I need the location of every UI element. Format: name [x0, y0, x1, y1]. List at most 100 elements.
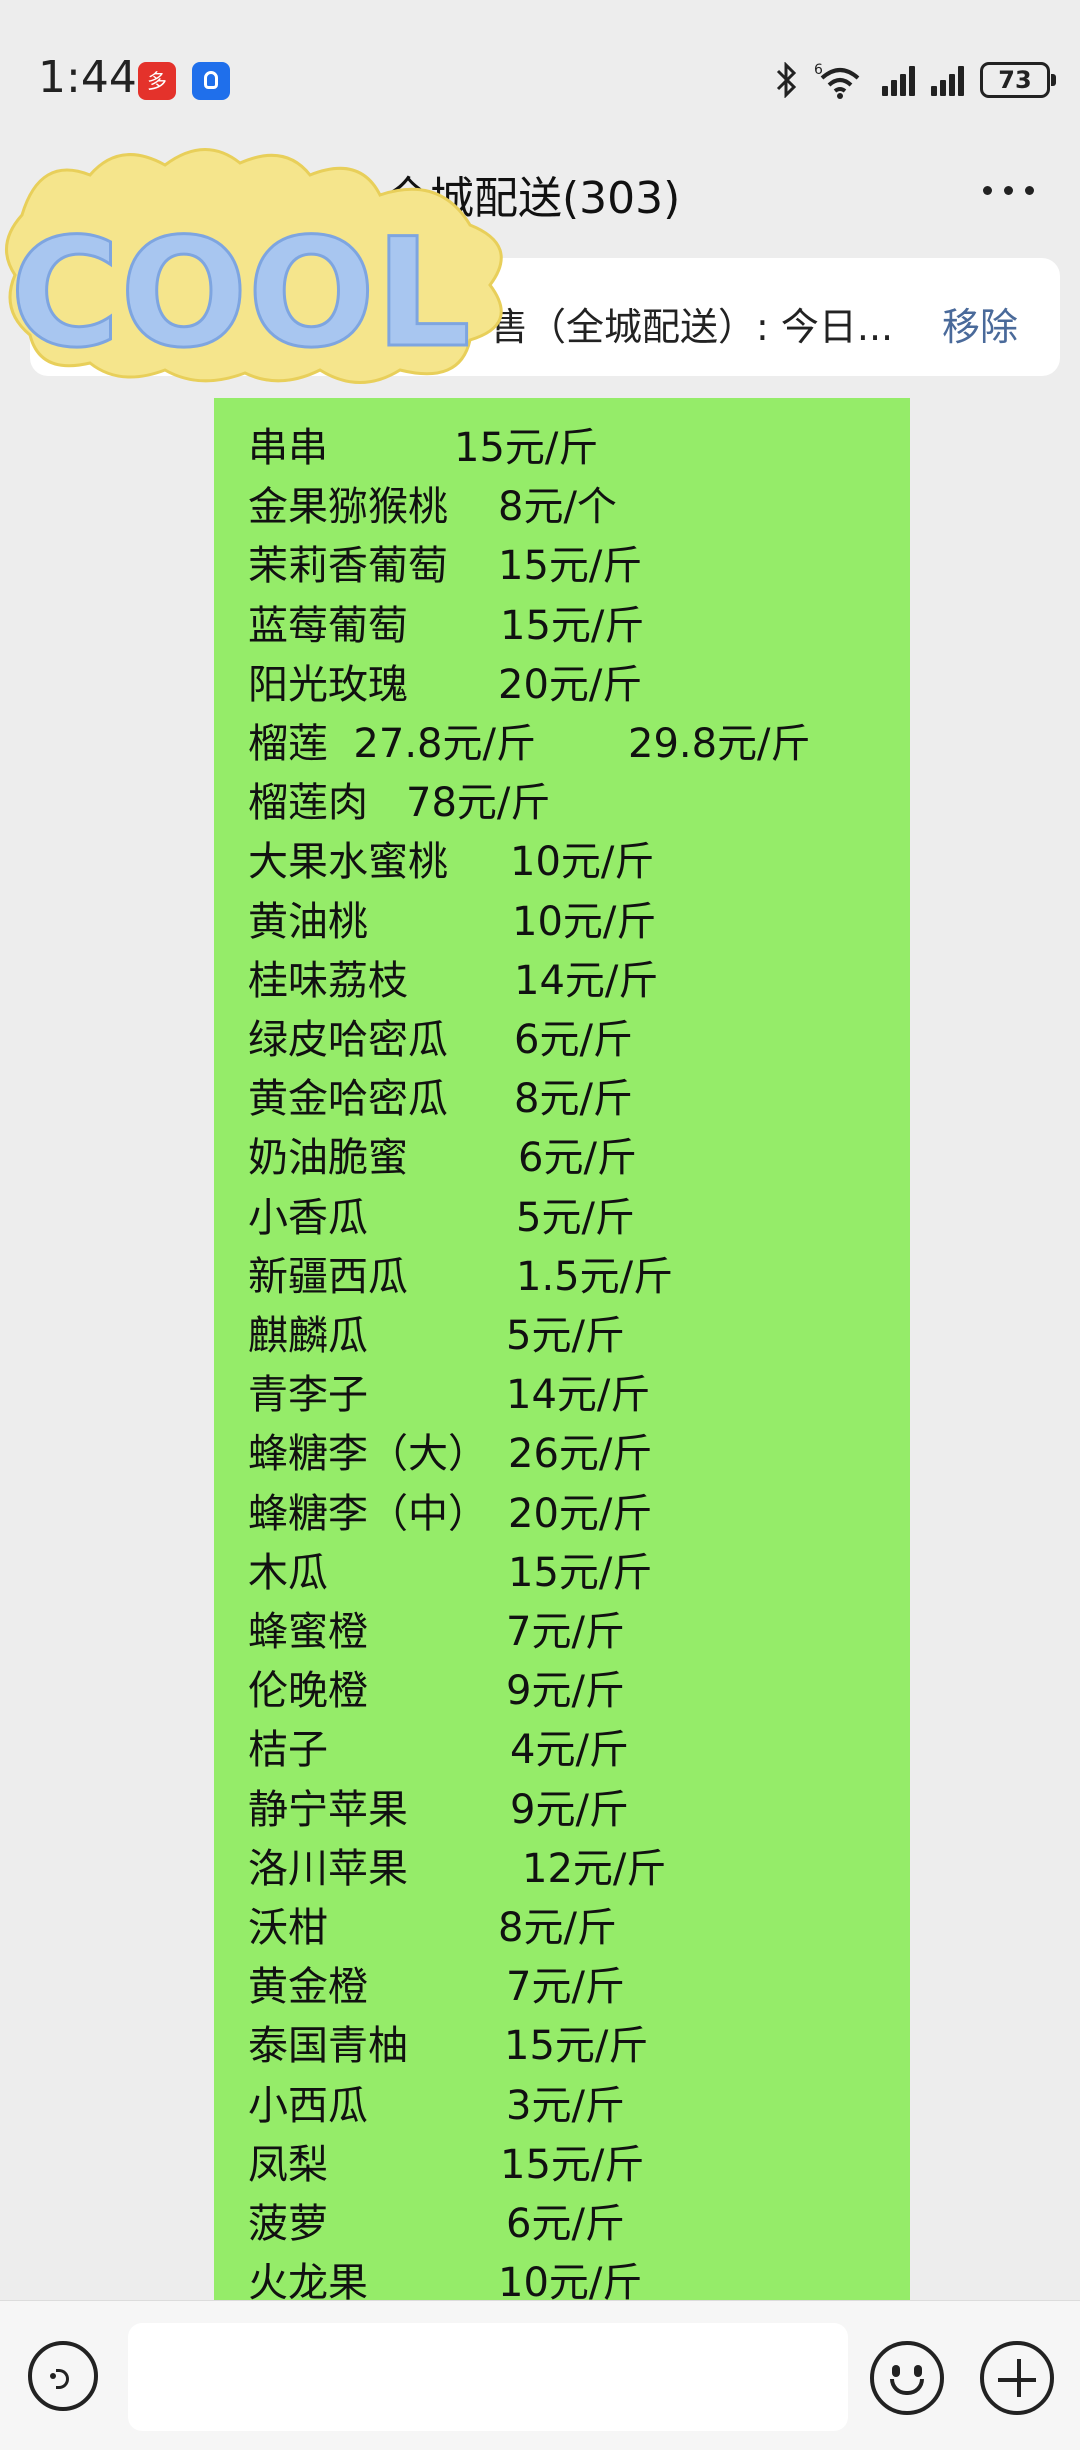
fruit-name: 青李子 [248, 1372, 368, 1419]
fruit-price: 8元/斤 [498, 1905, 617, 1951]
fruit-name: 沃柑 [248, 1905, 328, 1951]
remove-pinned-button[interactable]: 移除 [942, 296, 1018, 351]
fruit-name: 伦晚橙 [248, 1668, 368, 1715]
fruit-name: 绿皮哈密瓜 [248, 1017, 448, 1063]
battery-icon: 73 [980, 62, 1056, 98]
fruit-name: 麒麟瓜 [248, 1313, 368, 1359]
price-list-line: 麒麟瓜 5元/斤 [248, 1308, 888, 1364]
fruit-name: 奶油脆蜜 [248, 1135, 408, 1182]
fruit-name: 木瓜 [248, 1549, 328, 1596]
more-options-icon[interactable] [983, 186, 1034, 195]
fruit-name: 桔子 [248, 1727, 328, 1774]
fruit-price: 29.8元/斤 [628, 721, 811, 767]
price-list-line: 榴莲肉 78元/斤 [248, 775, 888, 831]
price-list-line: 奶油脆蜜 6元/斤 [248, 1130, 888, 1186]
price-list-line: 洛川苹果 12元/斤 [248, 1841, 888, 1897]
lightbulb-icon [192, 62, 230, 100]
fruit-price: 7元/斤 [506, 1964, 625, 2011]
add-attachment-icon[interactable] [980, 2341, 1054, 2415]
fruit-name: 火龙果 [248, 2260, 368, 2300]
price-list-line: 火龙果 10元/斤 [248, 2255, 888, 2300]
price-list-line: 小香瓜 5元/斤 [248, 1190, 888, 1246]
fruit-price: 26元/斤 [508, 1431, 653, 1478]
fruit-price: 12元/斤 [522, 1845, 667, 1892]
message-input[interactable] [128, 2323, 848, 2431]
fruit-name: 榴莲 27.8元/斤 [248, 721, 536, 767]
price-list-line: 茉莉香葡萄 15元/斤 [248, 538, 888, 594]
fruit-price: 78元/斤 [406, 780, 551, 827]
fruit-price: 15元/斤 [498, 543, 643, 590]
price-list-line: 蓝莓葡萄 15元/斤 [248, 598, 888, 654]
price-list-line: 木瓜 15元/斤 [248, 1545, 888, 1601]
input-bar [0, 2300, 1080, 2450]
fruit-price: 20元/斤 [498, 661, 643, 708]
status-bar: 1:44 多 6 73 [0, 0, 1080, 140]
price-list-line: 青李子 14元/斤 [248, 1367, 888, 1423]
price-list-line: 阳光玫瑰 20元/斤 [248, 657, 888, 713]
svg-text:6: 6 [814, 62, 823, 78]
status-icons: 6 73 [774, 58, 1056, 102]
fruit-name: 菠萝 [248, 2201, 328, 2247]
pinned-message-text[interactable]: 售（全城配送）: 今日... [490, 296, 893, 351]
price-list-line: 桔子 4元/斤 [248, 1722, 888, 1778]
fruit-price: 20元/斤 [508, 1490, 653, 1537]
fruit-name: 大果水蜜桃 [248, 839, 448, 886]
fruit-price: 15元/斤 [500, 602, 645, 649]
fruit-price: 14元/斤 [514, 957, 659, 1004]
fruit-price: 6元/斤 [514, 1017, 633, 1063]
price-list-line: 金果猕猴桃 8元/个 [248, 479, 888, 535]
fruit-price: 8元/个 [498, 484, 617, 531]
fruit-name: 小香瓜 [248, 1194, 368, 1241]
fruit-price: 8元/斤 [514, 1076, 633, 1123]
app-notification-icon: 多 [138, 62, 176, 100]
price-list-line: 伦晚橙 9元/斤 [248, 1663, 888, 1719]
fruit-name: 蜂糖李（大） [248, 1431, 488, 1478]
wifi-icon: 6 [814, 62, 860, 99]
fruit-price: 15元/斤 [454, 425, 599, 471]
price-list-line: 串串 15元/斤 [248, 420, 888, 476]
price-list-line: 蜂糖李（中） 20元/斤 [248, 1486, 888, 1542]
price-list-line: 静宁苹果 9元/斤 [248, 1782, 888, 1838]
price-list-line: 黄金橙 7元/斤 [248, 1959, 888, 2015]
fruit-price: 5元/斤 [516, 1194, 635, 1241]
fruit-name: 凤梨 [248, 2141, 328, 2188]
fruit-name: 串串 [248, 425, 328, 471]
price-list-line: 蜂蜜橙 7元/斤 [248, 1604, 888, 1660]
fruit-name: 新疆西瓜 [248, 1253, 408, 1300]
fruit-price: 9元/斤 [506, 1668, 625, 1715]
fruit-name: 蜂蜜橙 [248, 1609, 368, 1655]
fruit-price: 7元/斤 [506, 1609, 625, 1655]
fruit-price: 4元/斤 [510, 1727, 629, 1774]
price-list-line: 新疆西瓜 1.5元/斤 [248, 1249, 888, 1305]
price-list-line: 小西瓜 3元/斤 [248, 2078, 888, 2134]
price-list-line: 蜂糖李（大） 26元/斤 [248, 1426, 888, 1482]
fruit-name: 黄金橙 [248, 1964, 368, 2011]
bluetooth-icon [776, 62, 797, 98]
fruit-name: 洛川苹果 [248, 1845, 408, 1892]
signal-icon-2 [931, 64, 964, 96]
fruit-name: 榴莲肉 [248, 780, 368, 827]
fruit-name: 泰国青柚 [248, 2023, 408, 2070]
emoji-icon[interactable] [870, 2341, 944, 2415]
fruit-price: 9元/斤 [510, 1786, 629, 1833]
fruit-name: 桂味荔枝 [248, 957, 408, 1004]
price-list-line: 凤梨 15元/斤 [248, 2137, 888, 2193]
fruit-name: 黄金哈密瓜 [248, 1076, 448, 1123]
fruit-price: 10元/斤 [510, 839, 655, 886]
price-list-line: 绿皮哈密瓜 6元/斤 [248, 1012, 888, 1068]
price-list-line: 黄油桃 10元/斤 [248, 894, 888, 950]
cool-sticker: COOL [5, 148, 503, 384]
fruit-price: 15元/斤 [508, 1549, 653, 1596]
message-bubble[interactable]: 串串 15元/斤 金果猕猴桃 8元/个 茉莉香葡萄 15元/斤 蓝莓葡萄 15元/斤 阳光玫瑰 2… [214, 398, 910, 2300]
fruit-price: 15元/斤 [500, 2141, 645, 2188]
fruit-price: 3元/斤 [506, 2082, 625, 2129]
fruit-name: 金果猕猴桃 [248, 484, 448, 531]
fruit-name: 蜂糖李（中） [248, 1490, 488, 1537]
voice-input-icon[interactable] [28, 2341, 98, 2411]
fruit-price: 6元/斤 [506, 2201, 625, 2247]
fruit-price: 10元/斤 [498, 2260, 643, 2300]
fruit-name: 蓝莓葡萄 [248, 602, 408, 649]
sticker-text: COOL [10, 207, 471, 381]
price-list-line: 沃柑 8元/斤 [248, 1900, 888, 1956]
price-list-line: 榴莲 27.8元/斤 29.8元/斤 [248, 716, 888, 772]
